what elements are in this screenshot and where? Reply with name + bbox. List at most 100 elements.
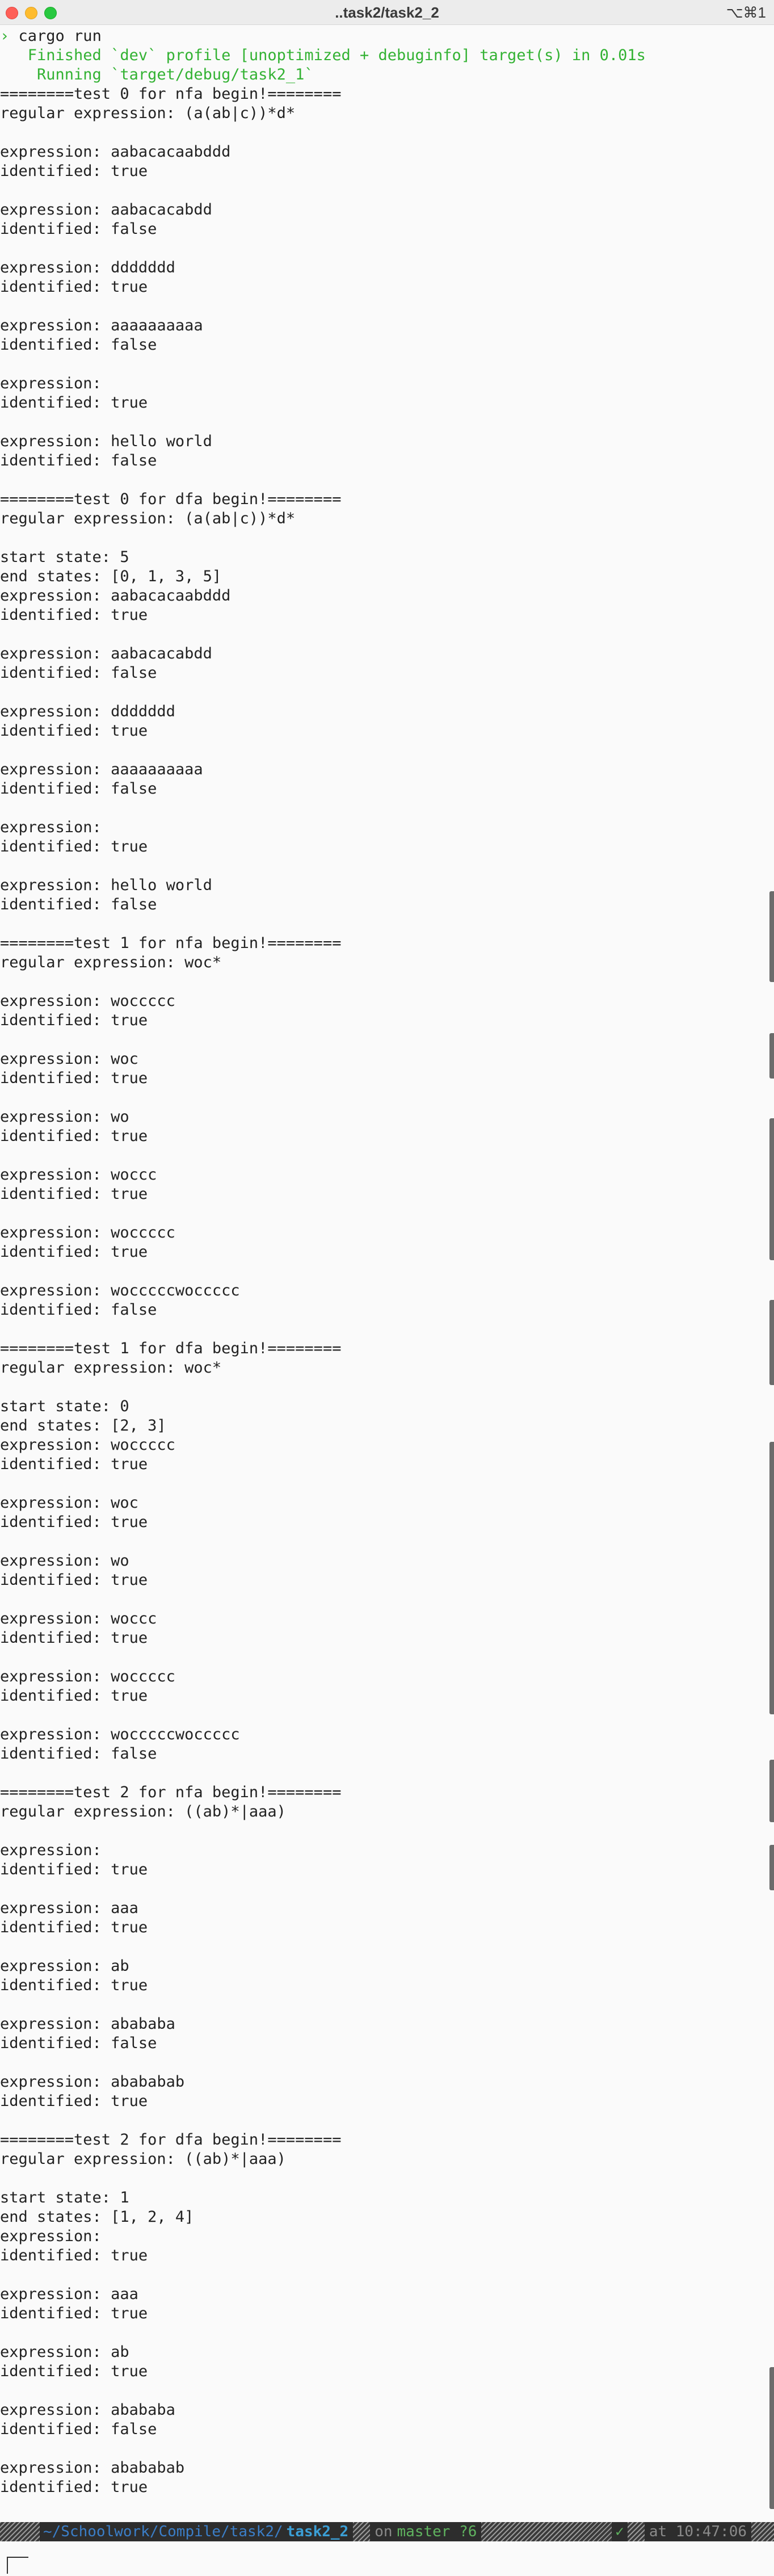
terminal-line: identified: true — [0, 1977, 148, 1994]
terminal-line: identified: true — [0, 1513, 148, 1531]
terminal-line: identified: true — [0, 2092, 148, 2110]
terminal-line: identified: true — [0, 1127, 148, 1145]
terminal-line: expression: aabacacaabddd — [0, 143, 231, 161]
terminal-line: expression: aabacacabdd — [0, 201, 212, 219]
scrollbar[interactable] — [768, 891, 774, 2509]
terminal-line: identified: true — [0, 838, 148, 855]
terminal-line: expression: woc — [0, 1494, 138, 1512]
terminal-line: ========test 2 for dfa begin!======== — [0, 2131, 342, 2149]
terminal-line: expression: abababa — [0, 2015, 175, 2033]
terminal-line: identified: true — [0, 1243, 148, 1261]
shell-prompt-bar: ~/Schoolwork/Compile/task2/task2_2 on mas… — [0, 2522, 774, 2541]
terminal-line: start state: 1 — [0, 2189, 129, 2206]
terminal-output[interactable]: › cargo run Finished `dev` profile [unop… — [0, 27, 760, 2497]
terminal-line: identified: true — [0, 1687, 148, 1705]
input-line[interactable] — [0, 2541, 774, 2576]
terminal-line: identified: false — [0, 220, 157, 238]
terminal-line: ========test 2 for nfa begin!======== — [0, 1784, 342, 1801]
prompt-path: ~/Schoolwork/Compile/task2/ — [43, 2523, 283, 2540]
terminal-line: regular expression: woc* — [0, 954, 222, 971]
terminal-line: expression: woccc — [0, 1166, 157, 1184]
terminal-line: ========test 0 for dfa begin!======== — [0, 490, 342, 508]
terminal-line: expression: aaaaaaaaaa — [0, 317, 203, 334]
terminal-line: start state: 0 — [0, 1398, 129, 1415]
git-branch-status: master ?6 — [397, 2523, 477, 2540]
window-shortcut: ⌥⌘1 — [726, 4, 766, 21]
terminal-line: identified: true — [0, 1919, 148, 1936]
terminal-line: ========test 1 for dfa begin!======== — [0, 1340, 342, 1357]
terminal-line: expression: woccccc — [0, 1436, 175, 1454]
prompt-time: at 10:47:06 — [649, 2523, 747, 2540]
terminal-line: expression: hello world — [0, 433, 212, 450]
terminal-line: identified: false — [0, 336, 157, 354]
terminal-line: regular expression: woc* — [0, 1359, 222, 1377]
terminal-line: expression: — [0, 1841, 102, 1859]
terminal-line: identified: true — [0, 2363, 148, 2380]
terminal-line: identified: true — [0, 394, 148, 412]
terminal-line: expression: aaa — [0, 2285, 138, 2303]
terminal-line: identified: true — [0, 2247, 148, 2264]
terminal-line: expression: woccccc — [0, 1224, 175, 1241]
terminal-line: end states: [1, 2, 4] — [0, 2208, 194, 2226]
terminal-line: expression: woccccc — [0, 1668, 175, 1685]
terminal-line: identified: true — [0, 1069, 148, 1087]
terminal-line: identified: false — [0, 452, 157, 469]
terminal-line: identified: false — [0, 1301, 157, 1319]
window-titlebar: ..task2/task2_2 ⌥⌘1 — [0, 0, 774, 25]
terminal-line: identified: false — [0, 780, 157, 798]
terminal-line: identified: true — [0, 278, 148, 296]
terminal-line: regular expression: ((ab)*|aaa) — [0, 1803, 286, 1820]
terminal-line: expression: aabacacabdd — [0, 645, 212, 662]
terminal-line: identified: true — [0, 606, 148, 624]
terminal-line: ========test 1 for nfa begin!======== — [0, 934, 342, 952]
window-title: ..task2/task2_2 — [335, 4, 439, 21]
terminal-line: identified: true — [0, 2478, 148, 2496]
terminal-line: identified: false — [0, 2420, 157, 2438]
terminal-line: identified: true — [0, 1629, 148, 1647]
prompt-segment-decoration — [0, 2522, 40, 2541]
terminal-line: identified: false — [0, 2034, 157, 2052]
terminal-line: identified: true — [0, 1861, 148, 1878]
prompt-segment-end — [751, 2522, 774, 2541]
terminal-line: expression: — [0, 819, 102, 836]
terminal-line: expression: abababa — [0, 2401, 175, 2419]
terminal-line: ========test 0 for nfa begin!======== — [0, 85, 342, 103]
terminal-line: Finished `dev` profile [unoptimized + de… — [0, 47, 646, 64]
terminal-line: expression: aabacacaabddd — [0, 587, 231, 605]
terminal-line: end states: [0, 1, 3, 5] — [0, 568, 222, 585]
terminal-line: identified: true — [0, 162, 148, 180]
terminal-line: end states: [2, 3] — [0, 1417, 166, 1434]
terminal-line: expression: abababab — [0, 2459, 185, 2477]
terminal-line: expression: woc — [0, 1050, 138, 1068]
terminal-line: › cargo run — [0, 27, 102, 45]
terminal-line: identified: true — [0, 722, 148, 740]
terminal-line: start state: 5 — [0, 548, 129, 566]
prompt-arrow-icon: › — [0, 27, 10, 45]
terminal-line: expression: woccc — [0, 1610, 157, 1627]
terminal-line: expression: hello world — [0, 876, 212, 894]
